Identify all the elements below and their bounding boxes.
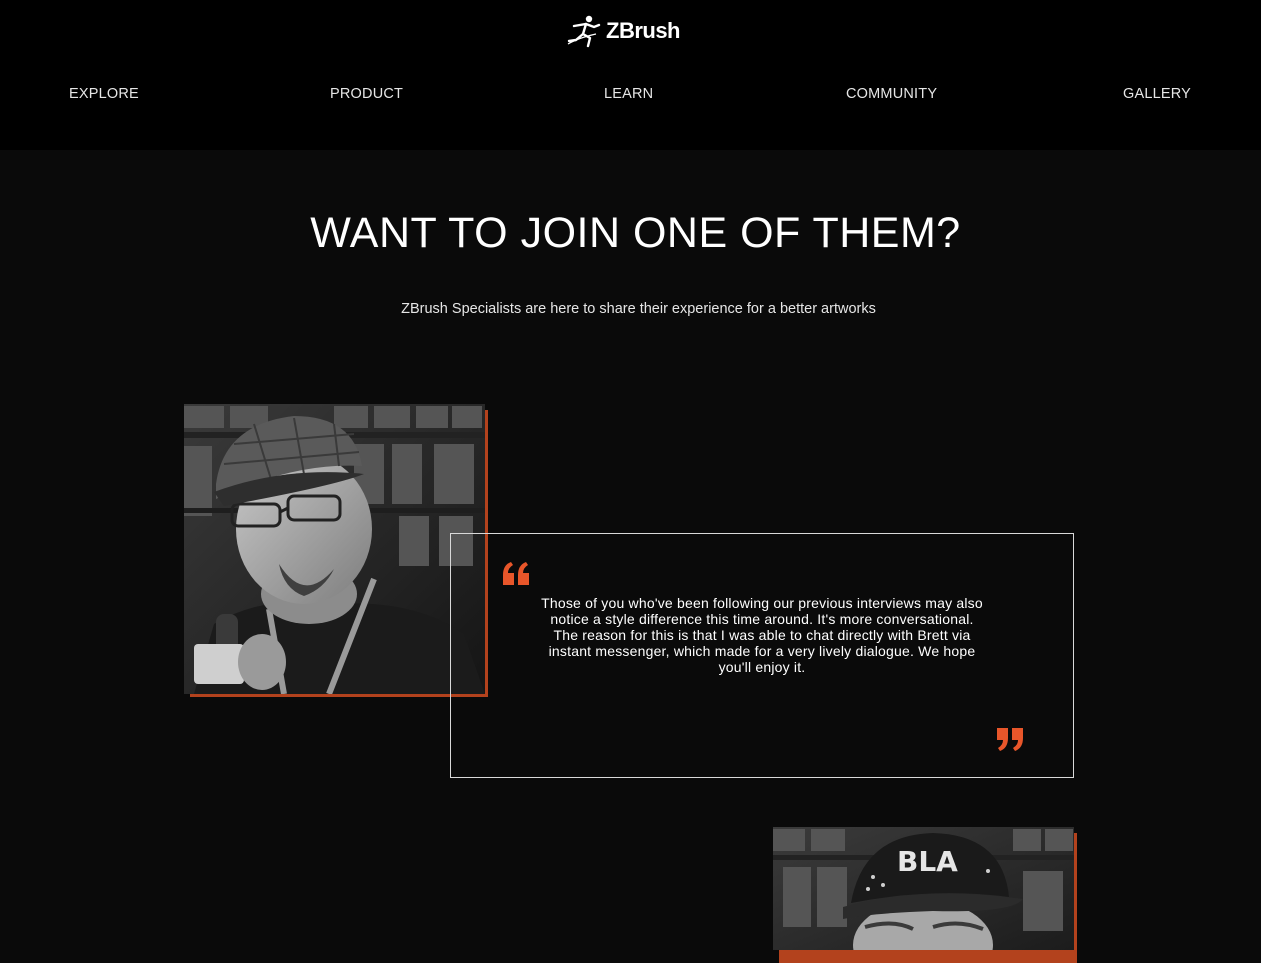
nav-community[interactable]: COMMUNITY — [846, 84, 937, 104]
nav-explore[interactable]: EXPLORE — [69, 84, 139, 104]
close-quote-icon — [997, 728, 1023, 751]
testimonial-text: Those of you who've been following our p… — [541, 595, 983, 675]
specialist-photo — [184, 404, 485, 694]
nav-learn[interactable]: LEARN — [604, 84, 653, 104]
svg-text:BLA: BLA — [897, 845, 958, 878]
specialist-photo: BLA — [773, 827, 1074, 950]
logo-wordmark: ZBrush — [606, 18, 681, 43]
nav-product[interactable]: PRODUCT — [330, 84, 403, 104]
page-subtitle: ZBrush Specialists are here to share the… — [401, 301, 876, 317]
nav-gallery[interactable]: GALLERY — [1123, 84, 1191, 104]
portrait-man-plaid-cap-glasses — [184, 404, 485, 694]
open-quote-icon — [503, 562, 529, 585]
zbrush-logo[interactable]: ZBrush — [566, 14, 681, 48]
portrait-man-baseball-cap: BLA — [773, 827, 1074, 950]
site-header: ZBrush EXPLORE PRODUCT LEARN COMMUNITY G… — [0, 0, 1261, 150]
main-nav: EXPLORE PRODUCT LEARN COMMUNITY GALLERY — [0, 84, 1261, 104]
zbrush-runner-icon — [567, 15, 601, 48]
page-title: WANT TO JOIN ONE OF THEM? — [310, 209, 961, 257]
